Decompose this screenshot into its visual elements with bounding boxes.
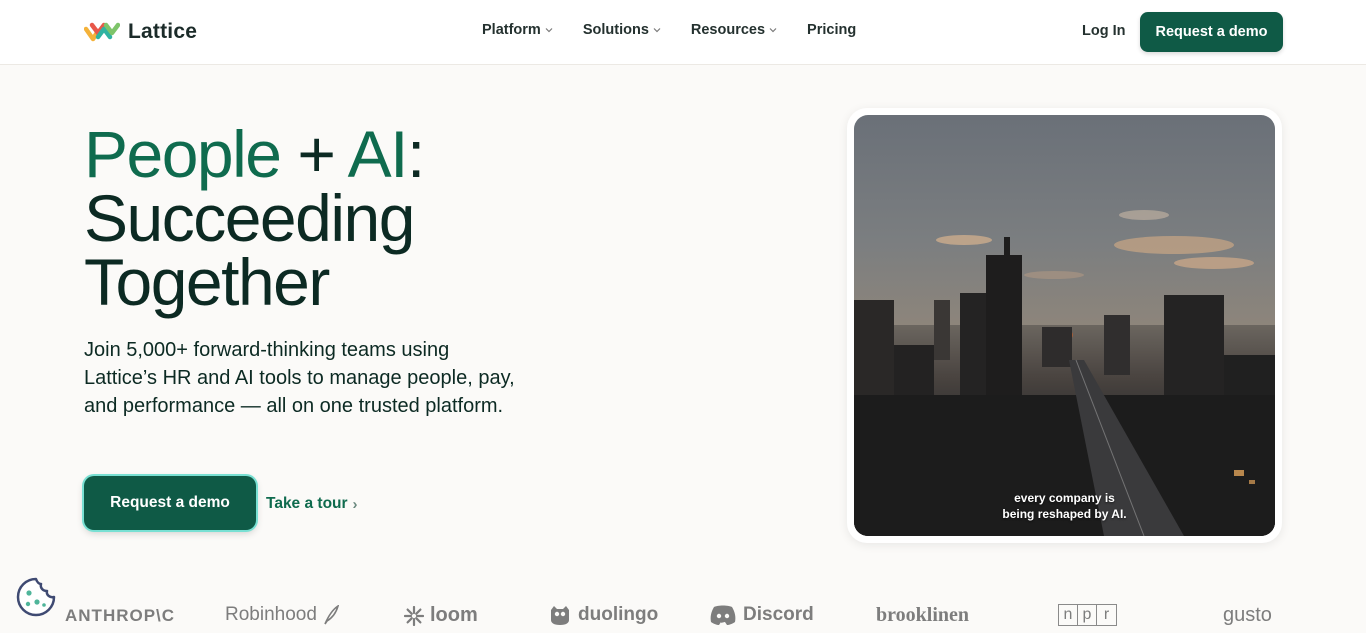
robinhood-name: Robinhood (225, 604, 317, 625)
loom-name: loom (430, 604, 478, 626)
brooklinen-logo: brooklinen (876, 604, 969, 626)
hero-title: People + AI: Succeeding Together (84, 121, 425, 319)
discord-logo: Discord (709, 604, 814, 626)
nav-item-resources[interactable]: Resources (691, 22, 777, 38)
nav-label: Pricing (807, 22, 857, 38)
chevron-down-icon (769, 28, 777, 33)
discord-name: Discord (743, 604, 814, 625)
duolingo-logo: duolingo (548, 604, 658, 626)
robinhood-logo: Robinhood (225, 604, 339, 626)
npr-letter: r (1103, 606, 1110, 623)
duolingo-name: duolingo (578, 604, 659, 625)
hero-video[interactable]: every company is being reshaped by AI. (854, 115, 1275, 536)
hero-video-card[interactable]: every company is being reshaped by AI. (847, 108, 1282, 543)
header-request-demo-button[interactable]: Request a demo (1140, 12, 1283, 52)
hero-title-line3: Together (84, 245, 330, 319)
chevron-down-icon (545, 28, 553, 33)
npr-letter: n (1059, 605, 1078, 625)
hero-title-line1: People + AI: (84, 121, 425, 187)
hero-title-ai: AI (347, 117, 409, 191)
anthropic-logo: ANTHROP\C (65, 606, 176, 625)
nav-label: Resources (690, 22, 766, 38)
discord-icon (710, 605, 736, 625)
caption-line: being reshaped by AI. (1002, 507, 1127, 521)
robinhood-feather-icon (324, 605, 339, 625)
video-caption: every company is being reshaped by AI. (854, 490, 1275, 522)
main-nav: Platform Solutions Resources Pricing (482, 22, 856, 38)
customer-logos: ANTHROP\C Robinhood loom duolingo Discor… (0, 596, 1366, 633)
gusto-logo: gusto (1223, 604, 1272, 626)
hero-title-people: People (84, 117, 282, 191)
hero-subtitle: Join 5,000+ forward-thinking teams using… (84, 339, 515, 417)
loom-icon (404, 605, 424, 626)
lattice-logo-icon (84, 22, 120, 42)
chevron-down-icon (653, 28, 661, 33)
nav-label: Solutions (582, 22, 649, 38)
nav-item-platform[interactable]: Platform (482, 22, 553, 38)
nav-item-pricing[interactable]: Pricing (807, 22, 856, 38)
logo-text: Lattice (128, 20, 198, 43)
hero-title-colon: : (406, 117, 425, 191)
caption-line: every company is (1014, 491, 1115, 505)
nav-label: Platform (482, 22, 541, 38)
npr-logo: n p r (1058, 604, 1117, 626)
loom-logo: loom (404, 604, 478, 627)
city-skyline-image (854, 210, 1275, 536)
tour-label: Take a tour (266, 495, 348, 512)
take-a-tour-link[interactable]: Take a tour › (266, 495, 358, 513)
nav-item-solutions[interactable]: Solutions (583, 22, 661, 38)
hero-title-plus: + (280, 117, 348, 191)
hero-title-line2: Succeeding (84, 181, 415, 255)
chevron-right-icon: › (352, 495, 358, 513)
duolingo-owl-icon (551, 606, 569, 625)
hero-request-demo-button[interactable]: Request a demo (84, 476, 256, 530)
site-header: Lattice Platform Solutions Resources Pri… (0, 0, 1366, 65)
lattice-logo[interactable]: Lattice (84, 18, 197, 46)
login-link[interactable]: Log In (1082, 23, 1126, 39)
npr-letter: p (1078, 605, 1097, 625)
npr-box: n p r (1058, 604, 1117, 626)
